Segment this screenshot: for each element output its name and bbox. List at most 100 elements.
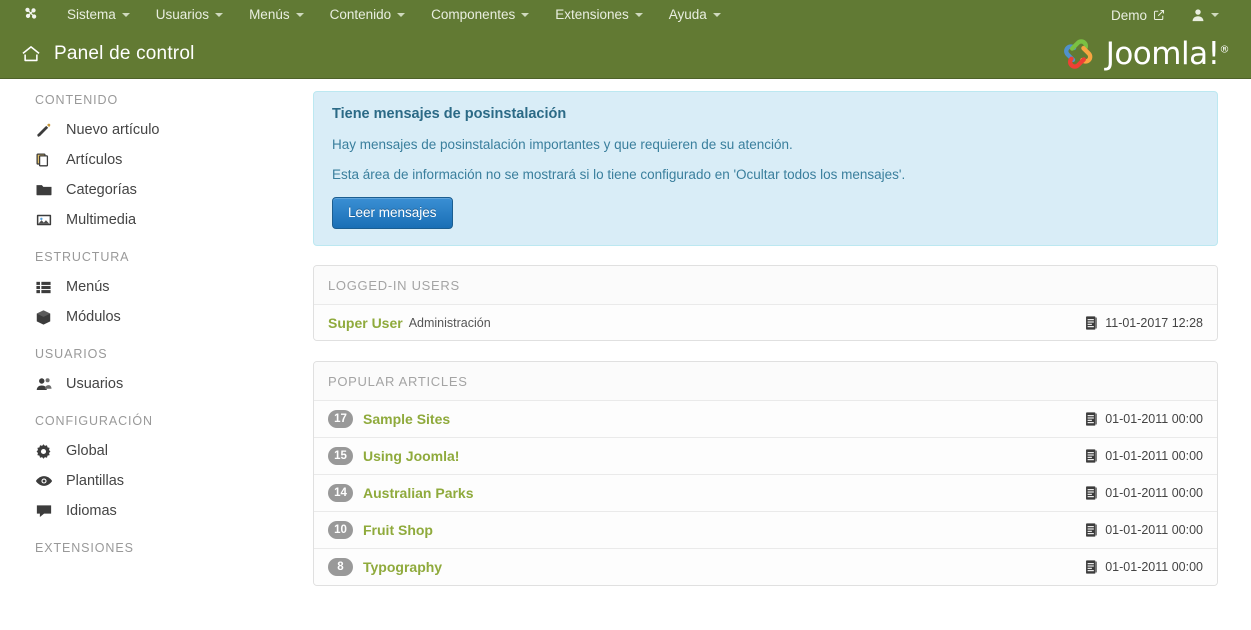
main-menu: Sistema Usuarios Menús Contenido Compone… (54, 0, 734, 30)
popular-articles-panel: POPULAR ARTICLES 17 Sample Sites 01-01-2… (313, 361, 1218, 587)
chevron-down-icon (397, 13, 406, 17)
menu-item-label: Sistema (67, 7, 116, 22)
date-text: 01-01-2011 00:00 (1105, 523, 1203, 538)
document-icon (1085, 560, 1098, 574)
joomla-wordmark: Joomla!® (1105, 36, 1230, 72)
cube-icon (35, 309, 57, 326)
sidebar-item-usuarios[interactable]: Usuarios (0, 369, 300, 399)
row-date: 11-01-2017 12:28 (1085, 316, 1203, 330)
table-row[interactable]: Super User Administración 11-01-2017 12:… (314, 304, 1217, 341)
sidebar-group-configuracion: CONFIGURACIÓN Global Plantillas Idiomas (0, 414, 300, 526)
article-title-link[interactable]: Sample Sites (363, 411, 450, 427)
sidebar-item-label: Módulos (66, 309, 121, 325)
sidebar-group-title: EXTENSIONES (35, 541, 134, 555)
date-text: 01-01-2011 00:00 (1105, 412, 1203, 427)
site-name-link[interactable]: Demo (1099, 0, 1177, 30)
list-icon (35, 279, 57, 296)
chevron-down-icon (295, 13, 304, 17)
sidebar-item-modulos[interactable]: Módulos (0, 302, 300, 332)
menu-item-ayuda[interactable]: Ayuda (656, 0, 734, 30)
hit-count-badge: 17 (328, 410, 353, 429)
date-text: 11-01-2017 12:28 (1105, 315, 1203, 330)
hit-count-badge: 8 (328, 558, 353, 577)
menu-item-label: Usuarios (155, 7, 210, 22)
sidebar-item-multimedia[interactable]: Multimedia (0, 205, 300, 235)
alert-line-2: Esta área de información no se mostrará … (332, 166, 906, 182)
comment-icon (35, 502, 57, 520)
table-row[interactable]: 17 Sample Sites 01-01-2011 00:00 (314, 400, 1217, 438)
sidebar-item-global[interactable]: Global (0, 436, 300, 466)
hit-count-badge: 10 (328, 521, 353, 540)
external-link-icon (1153, 9, 1165, 21)
document-icon (1085, 449, 1098, 463)
sidebar-group-title: ESTRUCTURA (35, 250, 130, 264)
sidebar-item-label: Nuevo artículo (66, 122, 160, 138)
sidebar-item-label: Menús (66, 279, 110, 295)
sidebar: CONTENIDO Nuevo artículo Artículos Categ… (0, 79, 300, 630)
user-menu-button[interactable] (1177, 0, 1231, 30)
sidebar-group-title: CONFIGURACIÓN (35, 414, 153, 428)
joomla-brand-logo: Joomla!® (1058, 34, 1229, 74)
sidebar-item-label: Global (66, 443, 108, 459)
document-icon (1085, 486, 1098, 500)
chevron-down-icon (1211, 13, 1219, 17)
read-messages-button[interactable]: Leer mensajes (332, 197, 453, 230)
table-row[interactable]: 15 Using Joomla! 01-01-2011 00:00 (314, 437, 1217, 475)
row-date: 01-01-2011 00:00 (1085, 486, 1203, 500)
users-icon (35, 375, 57, 393)
alert-title: Tiene mensajes de posinstalación (332, 106, 567, 122)
article-title-link[interactable]: Using Joomla! (363, 448, 459, 464)
panel-title: LOGGED-IN USERS (314, 266, 1217, 305)
row-date: 01-01-2011 00:00 (1085, 560, 1203, 574)
sidebar-item-plantillas[interactable]: Plantillas (0, 466, 300, 496)
sidebar-group-usuarios: USUARIOS Usuarios (0, 347, 300, 399)
sidebar-item-categorias[interactable]: Categorías (0, 175, 300, 205)
chevron-down-icon (215, 13, 224, 17)
image-icon (35, 211, 57, 229)
page-header: Panel de control Joomla!® (0, 30, 1251, 79)
sidebar-item-label: Idiomas (66, 503, 117, 519)
menu-item-usuarios[interactable]: Usuarios (143, 0, 236, 30)
sidebar-item-articulos[interactable]: Artículos (0, 145, 300, 175)
chevron-down-icon (634, 13, 643, 17)
menu-item-menus[interactable]: Menús (236, 0, 317, 30)
sidebar-item-nuevo-articulo[interactable]: Nuevo artículo (0, 115, 300, 145)
top-bar-right: Demo (1099, 0, 1241, 30)
menu-item-label: Extensiones (555, 7, 629, 22)
menu-item-label: Componentes (431, 7, 516, 22)
menu-item-extensiones[interactable]: Extensiones (542, 0, 656, 30)
date-text: 01-01-2011 00:00 (1105, 560, 1203, 575)
article-title-link[interactable]: Australian Parks (363, 485, 474, 501)
sidebar-item-label: Plantillas (66, 473, 125, 489)
sidebar-group-estructura: ESTRUCTURA Menús Módulos (0, 250, 300, 332)
chevron-down-icon (712, 13, 721, 17)
menu-item-sistema[interactable]: Sistema (54, 0, 143, 30)
article-title-link[interactable]: Typography (363, 559, 442, 575)
sidebar-item-label: Multimedia (66, 212, 137, 228)
table-row[interactable]: 8 Typography 01-01-2011 00:00 (314, 548, 1217, 586)
menu-item-componentes[interactable]: Componentes (418, 0, 542, 30)
registered-mark: ® (1219, 44, 1230, 56)
sidebar-item-idiomas[interactable]: Idiomas (0, 496, 300, 526)
gear-icon (35, 443, 57, 460)
hit-count-badge: 14 (328, 484, 353, 503)
post-install-alert: Tiene mensajes de posinstalación Hay men… (313, 91, 1218, 247)
row-date: 01-01-2011 00:00 (1085, 523, 1203, 537)
menu-item-label: Contenido (329, 7, 392, 22)
article-title-link[interactable]: Fruit Shop (363, 522, 433, 538)
document-icon (1085, 315, 1098, 330)
table-row[interactable]: 14 Australian Parks 01-01-2011 00:00 (314, 474, 1217, 512)
joomla-logo-icon[interactable] (18, 5, 38, 25)
hit-count-badge: 15 (328, 447, 353, 466)
eye-icon (35, 472, 57, 490)
menu-item-contenido[interactable]: Contenido (317, 0, 419, 30)
sidebar-item-menus[interactable]: Menús (0, 272, 300, 302)
sidebar-item-label: Usuarios (66, 376, 124, 392)
table-row[interactable]: 10 Fruit Shop 01-01-2011 00:00 (314, 511, 1217, 549)
alert-line-1: Hay mensajes de posinstalación important… (332, 137, 793, 152)
sidebar-item-label: Categorías (66, 182, 137, 198)
user-group-label: Administración (408, 315, 491, 330)
home-icon (20, 43, 42, 65)
user-name-link[interactable]: Super User (328, 315, 403, 331)
copy-icon (35, 152, 57, 169)
